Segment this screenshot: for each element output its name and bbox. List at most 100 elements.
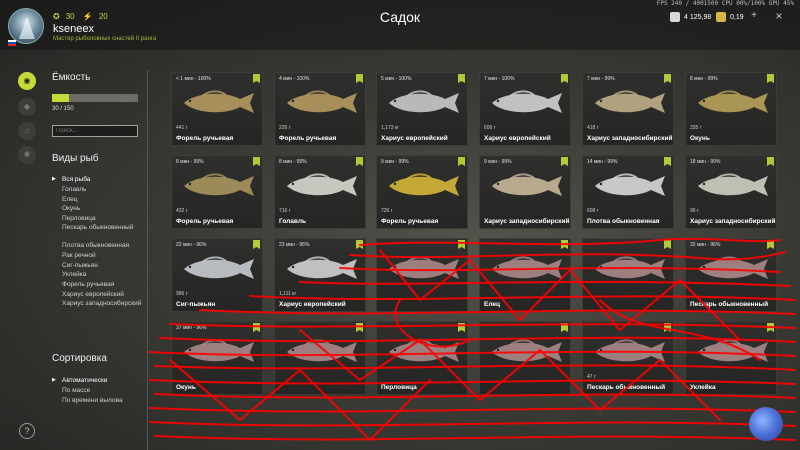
fish-card[interactable]: 32 мин - 96% Пескарь обыкновенный xyxy=(685,238,777,312)
fish-card[interactable]: 5 мин - 100% 1,173 кг Хариус европейский xyxy=(376,72,468,146)
bookmark-icon[interactable] xyxy=(561,74,568,83)
bookmark-icon[interactable] xyxy=(767,323,774,332)
fish-icon xyxy=(698,173,768,196)
species-item[interactable]: Форель ручьевая xyxy=(52,280,142,290)
fish-card[interactable]: Елец xyxy=(479,238,571,312)
fish-weight: 335 г xyxy=(690,125,702,131)
species-item-all[interactable]: Вся рыба xyxy=(52,175,142,185)
fish-card[interactable]: 7 мин - 100% 606 г Хариус европейский xyxy=(479,72,571,146)
bookmark-icon[interactable] xyxy=(767,74,774,83)
bookmark-icon[interactable] xyxy=(664,323,671,332)
fish-name: Пескарь обыкновенный xyxy=(690,301,769,308)
gold-coin-icon xyxy=(716,12,726,22)
fish-card[interactable]: 47 г Пескарь обыкновенный xyxy=(582,321,674,395)
fish-card[interactable]: 8 мин - 99% 335 г Окунь xyxy=(685,72,777,146)
fish-card[interactable] xyxy=(376,238,468,312)
fish-weight: 418 г xyxy=(587,125,599,131)
catch-time-tag: 4 мин - 100% xyxy=(279,76,310,82)
fish-card[interactable]: 7 мин - 99% 418 г Хариус западносибирский xyxy=(582,72,674,146)
species-item[interactable]: Сиг-пыжьян xyxy=(52,261,142,271)
tools-icon[interactable]: ✱ xyxy=(18,146,36,164)
fish-card[interactable]: 18 мин - 99% 96 г Хариус западносибирский xyxy=(685,155,777,229)
bookmark-icon[interactable] xyxy=(664,157,671,166)
species-title: Виды рыб xyxy=(52,153,99,164)
fish-card[interactable]: 14 мин - 99% 608 г Плотва обыкновенная xyxy=(582,155,674,229)
fish-icon[interactable]: ◆ xyxy=(18,98,36,116)
fish-card[interactable] xyxy=(274,321,366,395)
catch-time-tag: < 1 мин - 100% xyxy=(176,76,211,82)
species-item[interactable]: Хариус европейский xyxy=(52,290,142,300)
species-item[interactable]: Елец xyxy=(52,195,142,205)
bookmark-icon[interactable] xyxy=(253,74,260,83)
species-item[interactable]: Окунь xyxy=(52,204,142,214)
fish-name: Хариус западносибирский xyxy=(484,218,570,225)
fish-name: Перловица xyxy=(381,384,417,391)
bookmark-icon[interactable] xyxy=(561,323,568,332)
bookmark-icon[interactable] xyxy=(767,240,774,249)
fish-name: Плотва обыкновенная xyxy=(587,218,660,225)
bookmark-icon[interactable] xyxy=(253,323,260,332)
add-currency-button[interactable]: + xyxy=(749,10,759,22)
fish-icon xyxy=(184,90,254,113)
bookmark-icon[interactable] xyxy=(253,240,260,249)
fish-weight: 1,173 кг xyxy=(381,125,399,131)
species-item[interactable]: Хариус западносибирский xyxy=(52,300,142,317)
bookmark-icon[interactable] xyxy=(253,157,260,166)
bookmark-icon[interactable] xyxy=(458,74,465,83)
bookmark-icon[interactable] xyxy=(767,157,774,166)
bookmark-icon[interactable] xyxy=(458,240,465,249)
fish-name: Форель ручьевая xyxy=(381,218,439,225)
fish-card[interactable]: 23 мин - 96% 1,111 кг Хариус европейский xyxy=(274,238,366,312)
bookmark-icon[interactable] xyxy=(356,74,363,83)
fish-card[interactable]: 8 мин - 99% 432 г Форель ручьевая xyxy=(171,155,263,229)
fish-card[interactable]: < 1 мин - 100% 441 г Форель ручьевая xyxy=(171,72,263,146)
country-flag-icon xyxy=(8,40,16,46)
species-item[interactable]: Перловица xyxy=(52,214,142,224)
silver-currency: 4 125,98 xyxy=(670,11,711,23)
fish-icon xyxy=(492,339,562,362)
species-item[interactable]: Плотва обыкновенная xyxy=(52,241,142,251)
species-item[interactable]: Голавль xyxy=(52,185,142,195)
help-icon[interactable]: ? xyxy=(19,423,35,439)
bookmark-icon[interactable] xyxy=(664,74,671,83)
search-input[interactable] xyxy=(52,125,138,137)
fish-icon xyxy=(389,339,459,362)
bookmark-icon[interactable] xyxy=(356,240,363,249)
sort-auto[interactable]: Автоматически xyxy=(52,376,123,386)
watermark-badge xyxy=(749,407,783,441)
sort-by-time[interactable]: По времени вылова xyxy=(52,396,123,406)
fish-icon xyxy=(698,339,768,362)
species-item[interactable]: Пескарь обыкновенный xyxy=(52,224,142,241)
fish-name: Пескарь обыкновенный xyxy=(587,384,666,391)
fish-card[interactable] xyxy=(479,321,571,395)
fish-card[interactable]: 4 мин - 100% 226 г Форель ручьевая xyxy=(274,72,366,146)
species-item[interactable]: Рак речной xyxy=(52,251,142,261)
fish-card[interactable]: Перловица xyxy=(376,321,468,395)
fish-keepnet-icon[interactable]: ◉ xyxy=(18,72,36,90)
fish-card[interactable] xyxy=(582,238,674,312)
fish-card[interactable]: 9 мин - 99% 726 г Форель ручьевая xyxy=(376,155,468,229)
fish-card[interactable]: 37 мин - 96% Окунь xyxy=(171,321,263,395)
fish-name: Окунь xyxy=(176,384,196,391)
fish-card[interactable]: 9 мин - 99% Хариус западносибирский xyxy=(479,155,571,229)
fish-name: Хариус европейский xyxy=(279,301,346,308)
bookmark-icon[interactable] xyxy=(664,240,671,249)
close-button[interactable]: × xyxy=(772,9,786,23)
species-item[interactable]: Уклейка xyxy=(52,270,142,280)
bookmark-icon[interactable] xyxy=(356,157,363,166)
bookmark-icon[interactable] xyxy=(561,157,568,166)
home-icon[interactable]: ⌂ xyxy=(18,122,36,140)
bookmark-icon[interactable] xyxy=(356,323,363,332)
fish-icon xyxy=(287,256,357,279)
fish-card[interactable]: 22 мин - 96% 986 г Сиг-пыжьян xyxy=(171,238,263,312)
fish-icon xyxy=(492,173,562,196)
capacity-bar xyxy=(52,94,138,102)
fish-card[interactable]: 8 мин - 99% 716 г Голавль xyxy=(274,155,366,229)
bookmark-icon[interactable] xyxy=(458,157,465,166)
sort-by-weight[interactable]: По массе xyxy=(52,386,123,396)
bookmark-icon[interactable] xyxy=(458,323,465,332)
fish-name: Окунь xyxy=(690,135,710,142)
fish-name: Хариус западносибирский xyxy=(690,218,776,225)
bookmark-icon[interactable] xyxy=(561,240,568,249)
fish-card[interactable]: Уклейка xyxy=(685,321,777,395)
